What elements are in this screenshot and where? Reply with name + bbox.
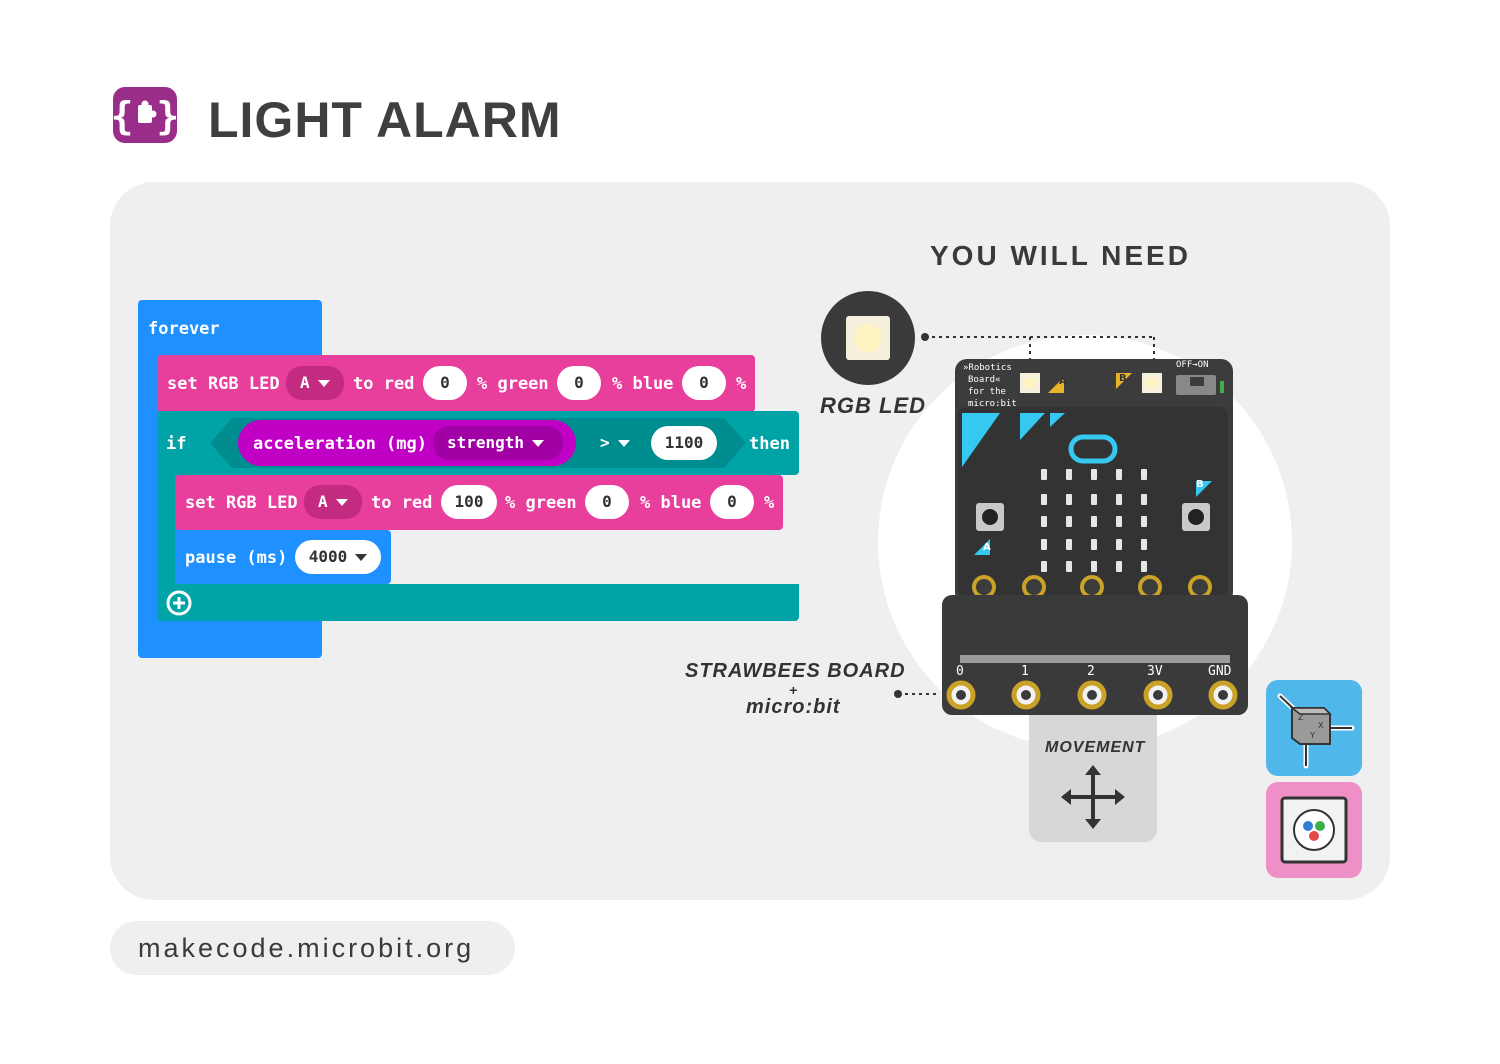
red-input-2[interactable]: 100: [441, 485, 497, 519]
url-link[interactable]: makecode.microbit.org: [138, 933, 474, 964]
board-label-2: micro:bit: [746, 696, 841, 718]
pause-value: 4000: [308, 547, 348, 566]
page-title: LIGHT ALARM: [208, 92, 562, 148]
pin-label-gnd: GND: [1208, 664, 1232, 679]
chevron-down-icon: [335, 499, 348, 506]
percent-label-2: %: [764, 493, 775, 513]
accelerometer-axes-icon: Z X Y: [1266, 680, 1362, 776]
rgb-led-block-icon: [1266, 782, 1362, 878]
pin-label-0: 0: [956, 664, 964, 679]
add-plus-icon[interactable]: [166, 590, 192, 616]
set-rgb-led-label-1: set RGB LED: [167, 374, 280, 394]
acceleration-label: acceleration (mg): [253, 434, 427, 454]
led-select-2[interactable]: A: [304, 485, 362, 519]
blue-input-2[interactable]: 0: [710, 485, 754, 519]
button-b-label: B: [1196, 479, 1204, 490]
puzzle-braces-icon: { }: [108, 85, 182, 145]
then-label: then: [749, 434, 790, 454]
if-block-side: [157, 470, 175, 590]
svg-text:X: X: [1318, 721, 1324, 730]
board-text-3: for the: [968, 387, 1006, 397]
strength-select[interactable]: strength: [433, 426, 563, 460]
green-label-2: % green: [505, 493, 577, 513]
switch-label: OFF→ON: [1176, 360, 1209, 370]
chevron-down-icon: [617, 440, 630, 447]
green-input-1[interactable]: 0: [557, 366, 601, 400]
pin-label-2: 2: [1087, 664, 1095, 679]
to-red-label-2: to red: [371, 493, 433, 513]
operator-value: >: [600, 433, 610, 452]
movement-label: MOVEMENT: [1045, 739, 1146, 756]
button-a-label: A: [983, 542, 991, 553]
port-b-label: B: [1119, 373, 1127, 384]
green-input-2[interactable]: 0: [585, 485, 629, 519]
blue-label-1: % blue: [612, 374, 674, 394]
pause-select[interactable]: 4000: [295, 540, 381, 574]
green-label-1: % green: [477, 374, 549, 394]
blue-input-1[interactable]: 0: [682, 366, 726, 400]
strawbees-board-illustration: [942, 359, 1248, 715]
to-red-label-1: to red: [353, 374, 415, 394]
board-text-1: »Robotics: [963, 363, 1012, 373]
red-input-1[interactable]: 0: [423, 366, 467, 400]
svg-text:Z: Z: [1298, 713, 1304, 722]
threshold-input[interactable]: 1100: [651, 426, 717, 460]
pause-label: pause (ms): [185, 548, 288, 568]
blue-label-2: % blue: [640, 493, 702, 513]
if-block-bottom: [157, 584, 799, 621]
percent-label-1: %: [736, 374, 747, 394]
board-label-1: STRAWBEES BOARD: [685, 660, 906, 682]
chevron-down-icon: [355, 554, 368, 561]
you-will-need-title: YOU WILL NEED: [930, 240, 1191, 271]
move-arrows-icon: [1061, 765, 1125, 829]
led-select-value-1: A: [300, 373, 310, 392]
if-label: if: [166, 434, 187, 454]
pin-label-1: 1: [1021, 664, 1029, 679]
set-rgb-led-label-2: set RGB LED: [185, 493, 298, 513]
chevron-down-icon: [532, 440, 545, 447]
led-select-value-2: A: [318, 492, 328, 511]
chevron-down-icon: [317, 380, 330, 387]
strength-select-value: strength: [447, 433, 525, 452]
port-a-label: A: [1059, 376, 1067, 387]
forever-label: forever: [148, 319, 220, 339]
svg-text:Y: Y: [1309, 731, 1315, 740]
operator-select[interactable]: >: [586, 426, 642, 460]
board-text-2: Board«: [968, 375, 1001, 385]
pin-label-3v: 3V: [1147, 664, 1163, 679]
board-text-4: micro:bit: [968, 399, 1017, 409]
led-select-1[interactable]: A: [286, 366, 344, 400]
